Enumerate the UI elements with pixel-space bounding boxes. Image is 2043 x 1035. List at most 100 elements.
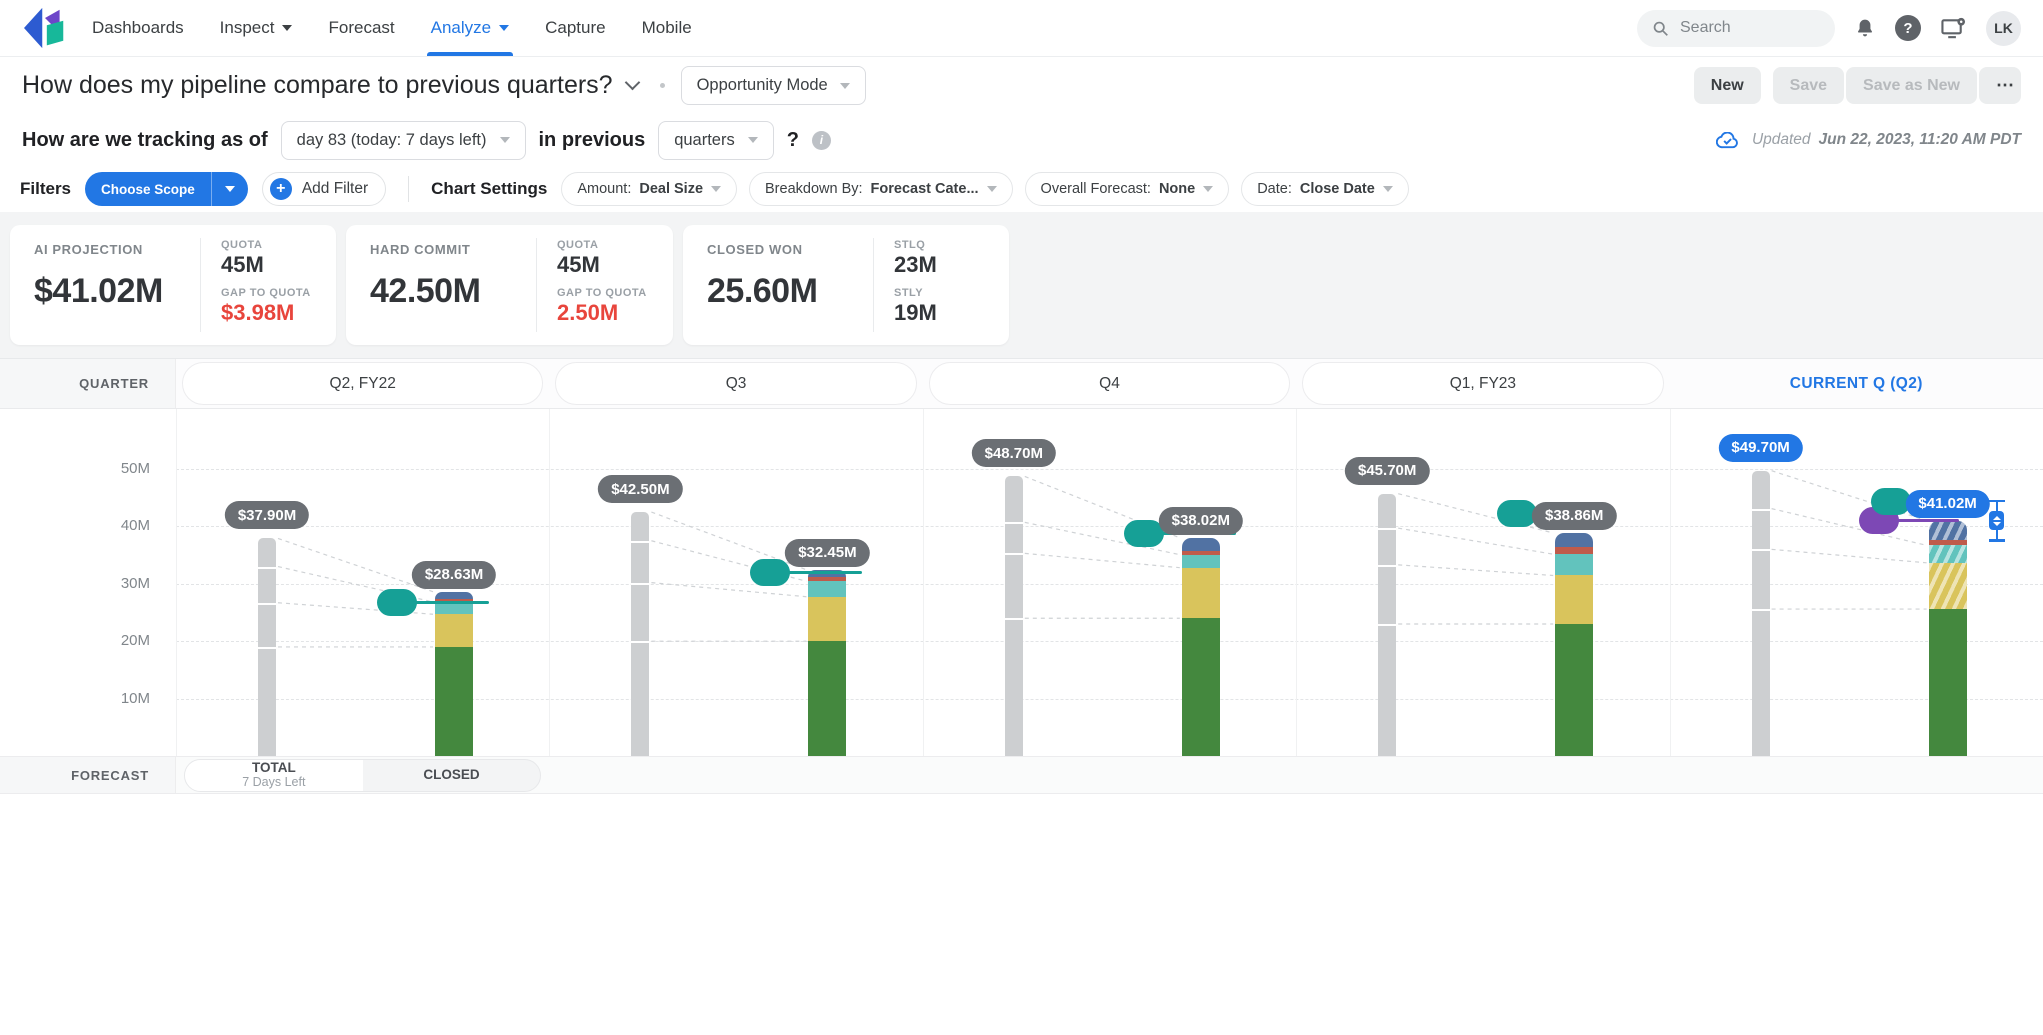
save-as-new-button[interactable]: Save as New (1846, 67, 1977, 104)
nav-right: Search LK (1637, 10, 2021, 47)
column-headers-q2-fy22: TOTAL7 Days Left CLOSED (184, 759, 541, 792)
chip-value: None (1159, 181, 1195, 197)
kpi-value: $41.02M (34, 272, 200, 311)
tracking-middle: in previous (539, 129, 646, 152)
kpi-side-metrics: QUOTA45MGAP TO QUOTA$3.98M (200, 238, 336, 332)
info-icon[interactable] (812, 131, 831, 150)
save-button[interactable]: Save (1773, 67, 1844, 104)
nav-item-inspect[interactable]: Inspect (220, 0, 293, 56)
mode-label: Opportunity Mode (697, 76, 828, 95)
kpi-title: CLOSED WON (707, 242, 873, 257)
kpi-side-item: QUOTA45M (557, 239, 673, 278)
nav-item-mobile[interactable]: Mobile (642, 0, 692, 56)
filter-chip-breakdown-by[interactable]: Breakdown By:Forecast Cate... (749, 172, 1013, 206)
forecast-header-label: FORECAST (0, 757, 176, 793)
teal-forecast-marker[interactable] (377, 589, 417, 616)
kpi-cards: AI PROJECTION$41.02MQUOTA45MGAP TO QUOTA… (0, 212, 2043, 345)
column-title: CLOSED (423, 768, 479, 783)
nav-item-label: Analyze (431, 18, 491, 38)
total-bar-label: $45.70M (1345, 457, 1429, 485)
screen-settings-icon[interactable] (1941, 17, 1966, 40)
chevron-down-icon (282, 25, 292, 31)
nav-item-dashboards[interactable]: Dashboards (92, 0, 184, 56)
total-bar-label: $49.70M (1718, 434, 1802, 462)
quarter-header-current-q-q2[interactable]: CURRENT Q (Q2) (1670, 359, 2043, 409)
nav-item-label: Mobile (642, 18, 692, 38)
chip-label: Amount: (577, 181, 631, 197)
quarter-header-q4[interactable]: Q4 (929, 362, 1290, 405)
cloud-sync-icon (1716, 132, 1739, 149)
arrow-up-icon (1993, 516, 2001, 520)
top-nav: Dashboards Inspect Forecast Analyze Capture M… (0, 0, 2043, 56)
nav-item-label: Forecast (328, 18, 394, 38)
opportunity-mode-select[interactable]: Opportunity Mode (681, 66, 866, 105)
kpi-side-label: QUOTA (221, 239, 336, 251)
kpi-side-value: 45M (221, 252, 336, 278)
what-if-slider-handle[interactable] (1989, 511, 2004, 530)
column-header-closed[interactable]: CLOSED (363, 760, 541, 791)
nav-item-label: Inspect (220, 18, 275, 38)
quarter-header-q1-fy23[interactable]: Q1, FY23 (1302, 362, 1663, 405)
closed-bar-label: $38.02M (1159, 507, 1243, 535)
quarter-header-q3[interactable]: Q3 (555, 362, 916, 405)
plus-icon: + (270, 178, 292, 200)
purple-marker-line (1897, 519, 1959, 522)
choose-scope-chevron[interactable] (212, 172, 248, 206)
chevron-down-icon (840, 83, 850, 89)
filter-chip-overall-forecast[interactable]: Overall Forecast:None (1025, 172, 1230, 206)
kpi-value: 42.50M (370, 272, 536, 311)
notifications-bell-icon[interactable] (1855, 17, 1875, 39)
title-chevron-icon[interactable] (624, 75, 640, 91)
search-input[interactable]: Search (1637, 10, 1835, 47)
nav-item-analyze[interactable]: Analyze (431, 0, 509, 56)
kpi-side-label: STLY (894, 287, 1009, 299)
primary-nav: Dashboards Inspect Forecast Analyze Capture M… (92, 0, 692, 56)
new-button[interactable]: New (1694, 67, 1761, 104)
pipeline-chart-card: QUARTER Q2, FY22Q3Q4Q1, FY23CURRENT Q (Q… (0, 358, 2043, 1035)
total-bar-label: $48.70M (972, 439, 1056, 467)
page-title: How does my pipeline compare to previous… (22, 71, 613, 100)
filter-chip-amount[interactable]: Amount:Deal Size (561, 172, 737, 206)
clari-logo-icon[interactable] (22, 7, 68, 49)
avatar[interactable]: LK (1986, 11, 2021, 46)
updated-timestamp: Jun 22, 2023, 11:20 AM PDT (1819, 131, 2021, 149)
divider (408, 176, 409, 202)
what-if-slider-cap (1989, 539, 2005, 542)
add-filter-button[interactable]: + Add Filter (262, 172, 386, 206)
teal-forecast-marker[interactable] (750, 559, 790, 586)
chip-value: Close Date (1300, 181, 1375, 197)
add-filter-label: Add Filter (302, 180, 368, 198)
kpi-side-item: STLY19M (894, 287, 1009, 326)
chevron-down-icon (1203, 186, 1213, 192)
teal-forecast-marker[interactable] (1124, 520, 1164, 547)
kpi-side-value: 19M (894, 300, 1009, 326)
nav-item-capture[interactable]: Capture (545, 0, 605, 56)
kpi-side-value: 2.50M (557, 300, 673, 326)
day-select[interactable]: day 83 (today: 7 days left) (281, 121, 526, 160)
period-select[interactable]: quarters (658, 121, 774, 160)
search-placeholder: Search (1680, 19, 1731, 37)
nav-item-forecast[interactable]: Forecast (328, 0, 394, 56)
chart-settings-chips: Amount:Deal Size Breakdown By:Forecast Ca… (561, 172, 1408, 206)
help-icon[interactable] (1895, 15, 1921, 41)
choose-scope-button[interactable]: Choose Scope (85, 172, 248, 206)
chevron-down-icon (1383, 186, 1393, 192)
chart-settings-label: Chart Settings (431, 179, 547, 199)
chip-label: Breakdown By: (765, 181, 863, 197)
more-options-button[interactable] (1979, 67, 2021, 104)
separator-dot (660, 83, 665, 88)
chevron-down-icon (500, 137, 510, 143)
choose-scope-label: Choose Scope (85, 172, 212, 206)
period-select-value: quarters (674, 131, 735, 150)
save-button-group: Save Save as New (1773, 67, 2021, 104)
kpi-title: HARD COMMIT (370, 242, 536, 257)
column-header-total[interactable]: TOTAL7 Days Left (185, 760, 363, 791)
closed-bar-label: $41.02M (1905, 490, 1989, 518)
kpi-card-hard-commit: HARD COMMIT42.50MQUOTA45MGAP TO QUOTA2.5… (346, 225, 673, 345)
day-select-value: day 83 (today: 7 days left) (297, 131, 487, 150)
filters-bar: Filters Choose Scope + Add Filter Chart … (0, 166, 2043, 212)
quarter-header-q2-fy22[interactable]: Q2, FY22 (182, 362, 543, 405)
filter-chip-date[interactable]: Date:Close Date (1241, 172, 1409, 206)
chart-plot: 50M40M30M20M10M$37.90M$28.63M$42.50M$32.… (0, 409, 2043, 756)
forecast-table (0, 794, 2043, 1035)
